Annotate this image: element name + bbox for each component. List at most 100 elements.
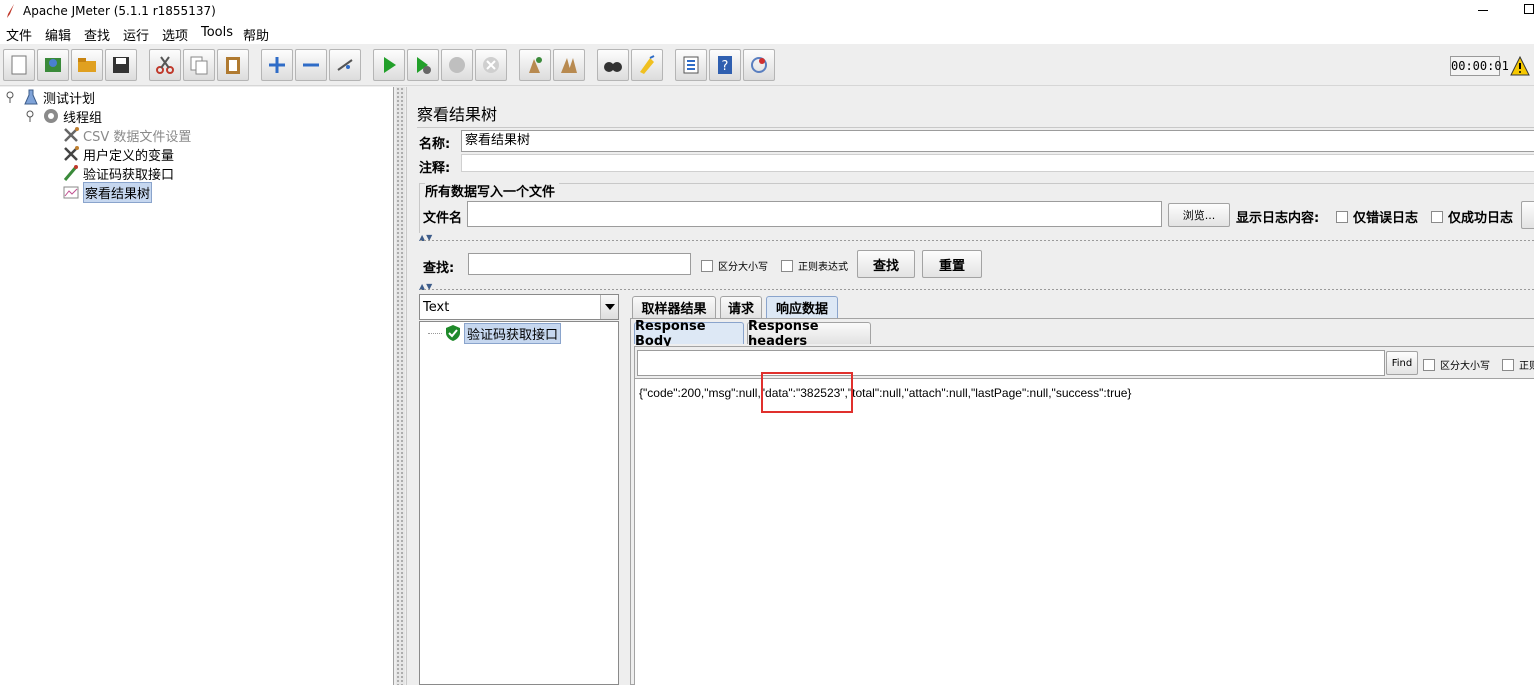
function-helper-button[interactable] [675,49,707,81]
errors-only-checkbox[interactable]: 仅错误日志 [1336,207,1418,226]
tab-sampler-result[interactable]: 取样器结果 [632,296,716,318]
response-text-area[interactable]: {"code":200,"msg":null,"data":"382523","… [635,378,1534,685]
tree-node-label: 用户定义的变量 [83,148,175,164]
open-icon [78,58,96,72]
checkbox-label: 区分大小写 [718,262,768,273]
search-button[interactable] [597,49,629,81]
tree-toggle-icon[interactable] [25,110,35,122]
open-button[interactable] [71,49,103,81]
templates-button[interactable] [37,49,69,81]
start-icon [384,57,396,73]
menu-search[interactable]: 查找 [84,25,110,44]
paste-icon [226,57,240,74]
case-sensitive-checkbox[interactable]: 区分大小写 [701,258,768,273]
help-icon: ? [718,56,732,74]
filename-field[interactable] [467,201,1162,227]
menu-run[interactable]: 运行 [123,25,149,44]
menu-edit[interactable]: 编辑 [45,25,71,44]
split-pane-divider[interactable] [396,87,405,685]
copy-button[interactable] [183,49,215,81]
result-item[interactable]: 验证码获取接口 [428,322,562,344]
config-icon [64,127,79,142]
success-shield-icon [446,325,460,341]
cut-icon [156,56,174,74]
test-plan-icon [24,89,38,105]
templates-icon [45,58,61,72]
stop-button[interactable] [441,49,473,81]
remote-icon [751,57,767,73]
results-list: 验证码获取接口 [419,321,619,685]
menu-options[interactable]: 选项 [162,25,188,44]
panel-title: 察看结果树 [417,105,498,124]
find-case-checkbox[interactable]: 区分大小写 [1423,357,1490,372]
checkbox-box [701,259,713,272]
configure-button[interactable] [1521,201,1534,229]
svg-text:?: ? [722,59,729,74]
renderer-select[interactable]: Text [419,294,619,320]
subtab-response-headers[interactable]: Response headers [747,319,871,349]
cut-button[interactable] [149,49,181,81]
shutdown-button[interactable] [475,49,507,81]
save-button[interactable] [105,49,137,81]
checkbox-box [1336,210,1348,223]
checkbox-box [1423,358,1435,371]
regex-checkbox[interactable]: 正则表达式 [781,258,848,273]
find-regex-checkbox[interactable]: 正则 [1502,357,1534,372]
remote-button[interactable] [743,49,775,81]
search-button[interactable]: 查找 [857,250,915,278]
tree-node-view-results-tree[interactable]: 察看结果树 [62,181,153,203]
minimize-button[interactable] [1478,10,1488,11]
success-only-checkbox[interactable]: 仅成功日志 [1431,207,1513,226]
clear-all-button[interactable] [553,49,585,81]
browse-button[interactable]: 浏览... [1168,203,1230,227]
tree-node-captcha-sampler[interactable]: 验证码获取接口 [62,164,174,183]
tab-response-data[interactable]: 响应数据 [766,296,838,318]
tree-node-test-plan[interactable]: 测试计划 [22,88,95,107]
warning-icon[interactable] [1510,56,1530,76]
reset-button[interactable]: 重置 [922,250,982,278]
function-helper-icon [683,56,699,74]
elapsed-time: 00:00:01 [1450,56,1509,76]
start-no-pause-button[interactable] [407,49,439,81]
search-label: 查找: [423,261,455,276]
name-field[interactable]: 察看结果树 [461,130,1534,152]
response-text: {"code":200,"msg":null,"data":"382523","… [639,386,1132,400]
tab-request[interactable]: 请求 [720,296,762,318]
separator [417,127,1534,128]
expand-all-button[interactable] [261,49,293,81]
tree-node-thread-group[interactable]: 线程组 [42,107,102,126]
new-button[interactable] [3,49,35,81]
collapse-all-button[interactable] [295,49,327,81]
comment-field[interactable] [461,154,1534,172]
tree-node-csv-config[interactable]: CSV 数据文件设置 [62,126,191,145]
toggle-icon [337,59,353,71]
paste-button[interactable] [217,49,249,81]
search-field[interactable] [468,253,691,275]
subtab-response-body[interactable]: Response Body [634,319,744,349]
toolbar: ? 00:00:01 [0,46,1534,86]
reset-search-button[interactable] [631,49,663,81]
search-icon [604,62,622,72]
tree-toggle-icon[interactable] [5,91,15,103]
clear-button[interactable] [519,49,551,81]
start-button[interactable] [373,49,405,81]
config-icon [64,146,79,161]
splitter-handle[interactable] [419,288,1534,291]
find-button[interactable]: Find [1386,351,1418,375]
maximize-button[interactable] [1524,4,1534,14]
stop-icon [449,57,465,73]
menu-file[interactable]: 文件 [6,25,32,44]
chevron-down-icon[interactable] [600,295,618,319]
filename-label: 文件名 [423,211,463,226]
checkbox-box [781,259,793,272]
help-button[interactable]: ? [709,49,741,81]
toggle-button[interactable] [329,49,361,81]
tree-node-user-variables[interactable]: 用户定义的变量 [62,145,175,164]
file-section-title: 所有数据写入一个文件 [425,181,560,200]
checkbox-label: 仅成功日志 [1448,211,1514,226]
menu-help[interactable]: 帮助 [243,25,269,44]
log-content-label: 显示日志内容: [1236,211,1320,226]
menu-tools[interactable]: Tools [201,25,233,40]
splitter-handle[interactable] [419,239,1534,242]
body-find-field[interactable] [637,350,1385,376]
